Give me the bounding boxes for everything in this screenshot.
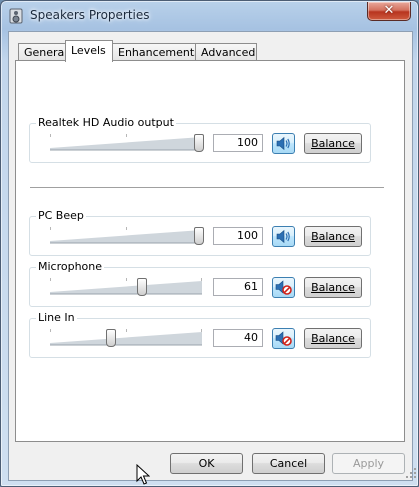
slider-thumb[interactable] bbox=[194, 134, 204, 152]
speaker-muted-icon bbox=[275, 280, 292, 295]
title-bar[interactable]: Speakers Properties ✕ bbox=[1, 1, 418, 31]
ok-button[interactable]: OK bbox=[170, 453, 243, 474]
slider-tick bbox=[126, 134, 127, 137]
balance-button[interactable]: Balance bbox=[304, 277, 362, 298]
tab-levels[interactable]: Levels bbox=[65, 40, 113, 62]
balance-label: Balance bbox=[311, 230, 355, 243]
volume-value-input[interactable]: 100 bbox=[213, 227, 263, 245]
slider-tick bbox=[201, 278, 202, 281]
balance-button[interactable]: Balance bbox=[304, 133, 362, 154]
volume-value-input[interactable]: 40 bbox=[213, 329, 263, 347]
slider-tick bbox=[201, 329, 202, 332]
balance-button[interactable]: Balance bbox=[304, 328, 362, 349]
speaker-icon bbox=[276, 136, 290, 151]
balance-label: Balance bbox=[311, 137, 355, 150]
levels-panel: Realtek HD Audio output 100 Balance PC B… bbox=[15, 60, 405, 442]
mute-toggle-button[interactable] bbox=[272, 133, 295, 154]
slider-tick bbox=[126, 329, 127, 332]
volume-value-input[interactable]: 61 bbox=[213, 278, 263, 296]
volume-value-input[interactable]: 100 bbox=[213, 134, 263, 152]
tab-general[interactable]: General bbox=[18, 43, 67, 60]
mute-toggle-button[interactable] bbox=[272, 226, 295, 247]
tab-advanced[interactable]: Advanced bbox=[195, 43, 257, 60]
apply-button[interactable]: Apply bbox=[332, 453, 405, 474]
window-title: Speakers Properties bbox=[30, 8, 150, 22]
level-name: PC Beep bbox=[36, 209, 86, 223]
resize-grip-icon[interactable] bbox=[405, 467, 417, 479]
speaker-device-icon bbox=[9, 8, 23, 24]
level-group-realtek-output: Realtek HD Audio output 100 Balance bbox=[29, 116, 371, 163]
tab-enhancements[interactable]: Enhancements bbox=[112, 43, 200, 60]
mouse-pointer-icon bbox=[136, 464, 150, 485]
close-icon: ✕ bbox=[383, 3, 395, 18]
close-button[interactable]: ✕ bbox=[367, 2, 411, 21]
slider-thumb[interactable] bbox=[137, 278, 147, 296]
cancel-button[interactable]: Cancel bbox=[252, 453, 325, 474]
level-name: Microphone bbox=[36, 260, 105, 274]
dialog-client: General Levels Enhancements Advanced Rea… bbox=[8, 31, 416, 481]
slider-thumb[interactable] bbox=[194, 227, 204, 245]
level-name: Line In bbox=[36, 311, 77, 325]
balance-label: Balance bbox=[311, 332, 355, 345]
mute-toggle-button[interactable] bbox=[272, 328, 295, 349]
section-divider bbox=[30, 187, 384, 188]
slider-thumb[interactable] bbox=[106, 329, 116, 347]
speaker-icon bbox=[276, 229, 290, 244]
level-name: Realtek HD Audio output bbox=[36, 116, 176, 130]
balance-button[interactable]: Balance bbox=[304, 226, 362, 247]
volume-slider[interactable] bbox=[50, 328, 202, 350]
level-group-microphone: Microphone 61 Balance bbox=[29, 260, 371, 307]
volume-slider[interactable] bbox=[50, 277, 202, 299]
volume-slider[interactable] bbox=[50, 133, 204, 155]
volume-slider[interactable] bbox=[50, 226, 204, 248]
slider-tick bbox=[126, 278, 127, 281]
slider-tick bbox=[50, 134, 51, 137]
slider-tick bbox=[50, 227, 51, 230]
speaker-muted-icon bbox=[275, 331, 292, 346]
properties-window: Speakers Properties ✕ General Levels Enh… bbox=[0, 0, 419, 487]
balance-label: Balance bbox=[311, 281, 355, 294]
level-group-pc-beep: PC Beep 100 Balance bbox=[29, 209, 371, 256]
slider-tick bbox=[50, 329, 51, 332]
mute-toggle-button[interactable] bbox=[272, 277, 295, 298]
slider-tick bbox=[50, 278, 51, 281]
slider-tick bbox=[126, 227, 127, 230]
level-group-line-in: Line In 40 Balance bbox=[29, 311, 371, 358]
